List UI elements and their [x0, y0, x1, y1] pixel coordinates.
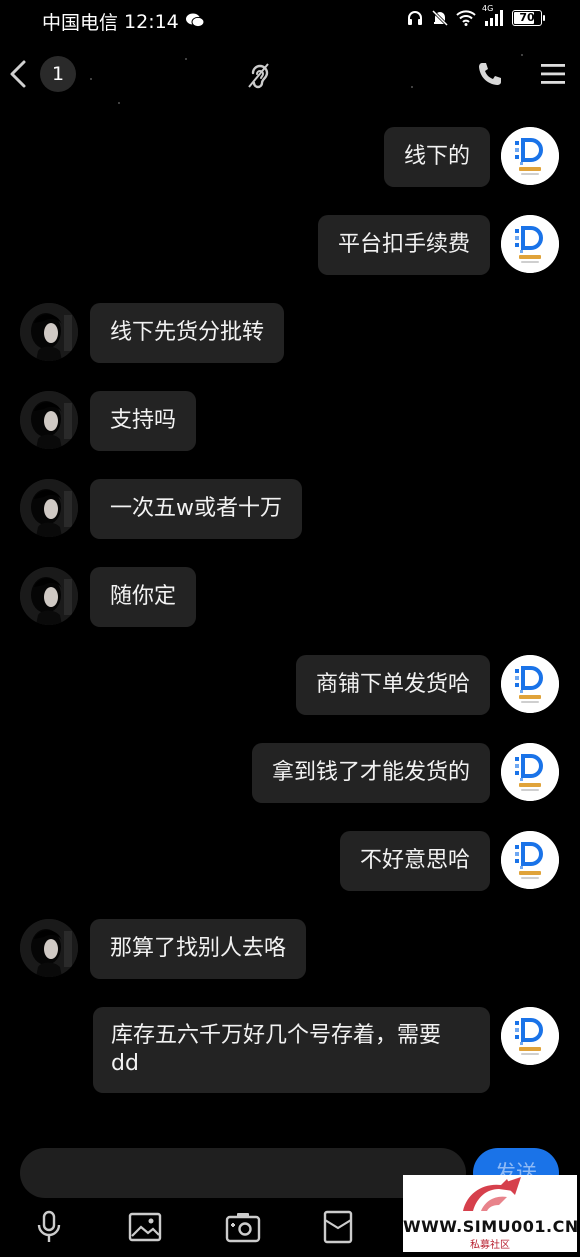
message-bubble[interactable]: 平台扣手续费: [317, 215, 490, 275]
peer-avatar[interactable]: [20, 567, 78, 625]
self-avatar[interactable]: [501, 1007, 559, 1065]
red-packet-icon[interactable]: [323, 1210, 353, 1248]
headphones-icon: [406, 9, 424, 27]
signal-icon: 4G: [482, 4, 505, 26]
status-time: 12:14: [124, 10, 179, 33]
image-icon[interactable]: [128, 1210, 162, 1248]
peer-avatar[interactable]: [20, 479, 78, 537]
menu-icon[interactable]: [539, 60, 567, 92]
status-left: 中国电信 12:14: [42, 8, 205, 35]
message-bubble[interactable]: 拿到钱了才能发货的: [251, 743, 490, 803]
site-watermark: WWW.SIMU001.CN 私募社区: [403, 1175, 579, 1252]
peer-avatar[interactable]: [20, 303, 78, 361]
chat-header: 1: [0, 40, 580, 112]
watermark-subtext: 私募社区: [470, 1240, 510, 1251]
self-avatar[interactable]: [501, 215, 559, 273]
mute-bell-icon: [431, 9, 449, 27]
message-bubble[interactable]: 一次五w或者十万: [90, 479, 302, 539]
message-bubble[interactable]: 库存五六千万好几个号存着，需要 dd: [93, 1007, 490, 1093]
self-avatar[interactable]: [501, 127, 559, 185]
message-input[interactable]: [20, 1148, 466, 1198]
wechat-icon: [185, 11, 205, 33]
back-button[interactable]: [6, 56, 32, 92]
watermark-text: WWW.SIMU001.CN: [403, 1217, 579, 1236]
message-bubble[interactable]: 线下的: [383, 127, 490, 187]
message-bubble[interactable]: 那算了找别人去咯: [90, 919, 307, 979]
self-avatar[interactable]: [501, 831, 559, 889]
carrier-name: 中国电信: [42, 12, 119, 34]
status-bar: 中国电信 12:14 4G 70: [0, 0, 580, 40]
message-bubble[interactable]: 线下先货分批转: [90, 303, 285, 363]
microphone-icon[interactable]: [34, 1210, 64, 1248]
phone-call-icon[interactable]: [476, 60, 504, 92]
earpiece-mode-icon[interactable]: [246, 62, 272, 94]
camera-icon[interactable]: [225, 1210, 261, 1248]
battery-level: 70: [519, 11, 535, 24]
wifi-icon: [456, 10, 476, 26]
message-bubble[interactable]: 不好意思哈: [339, 831, 490, 891]
network-type: 4G: [482, 4, 494, 13]
unread-count-badge[interactable]: 1: [40, 56, 76, 92]
battery-icon: 70: [512, 10, 545, 26]
peer-avatar[interactable]: [20, 919, 78, 977]
message-bubble[interactable]: 支持吗: [90, 391, 197, 451]
message-bubble[interactable]: 商铺下单发货哈: [295, 655, 490, 715]
self-avatar[interactable]: [501, 743, 559, 801]
watermark-logo-icon: [463, 1177, 521, 1211]
status-right: 4G 70: [406, 4, 545, 27]
message-bubble[interactable]: 随你定: [90, 567, 197, 627]
peer-avatar[interactable]: [20, 391, 78, 449]
self-avatar[interactable]: [501, 655, 559, 713]
